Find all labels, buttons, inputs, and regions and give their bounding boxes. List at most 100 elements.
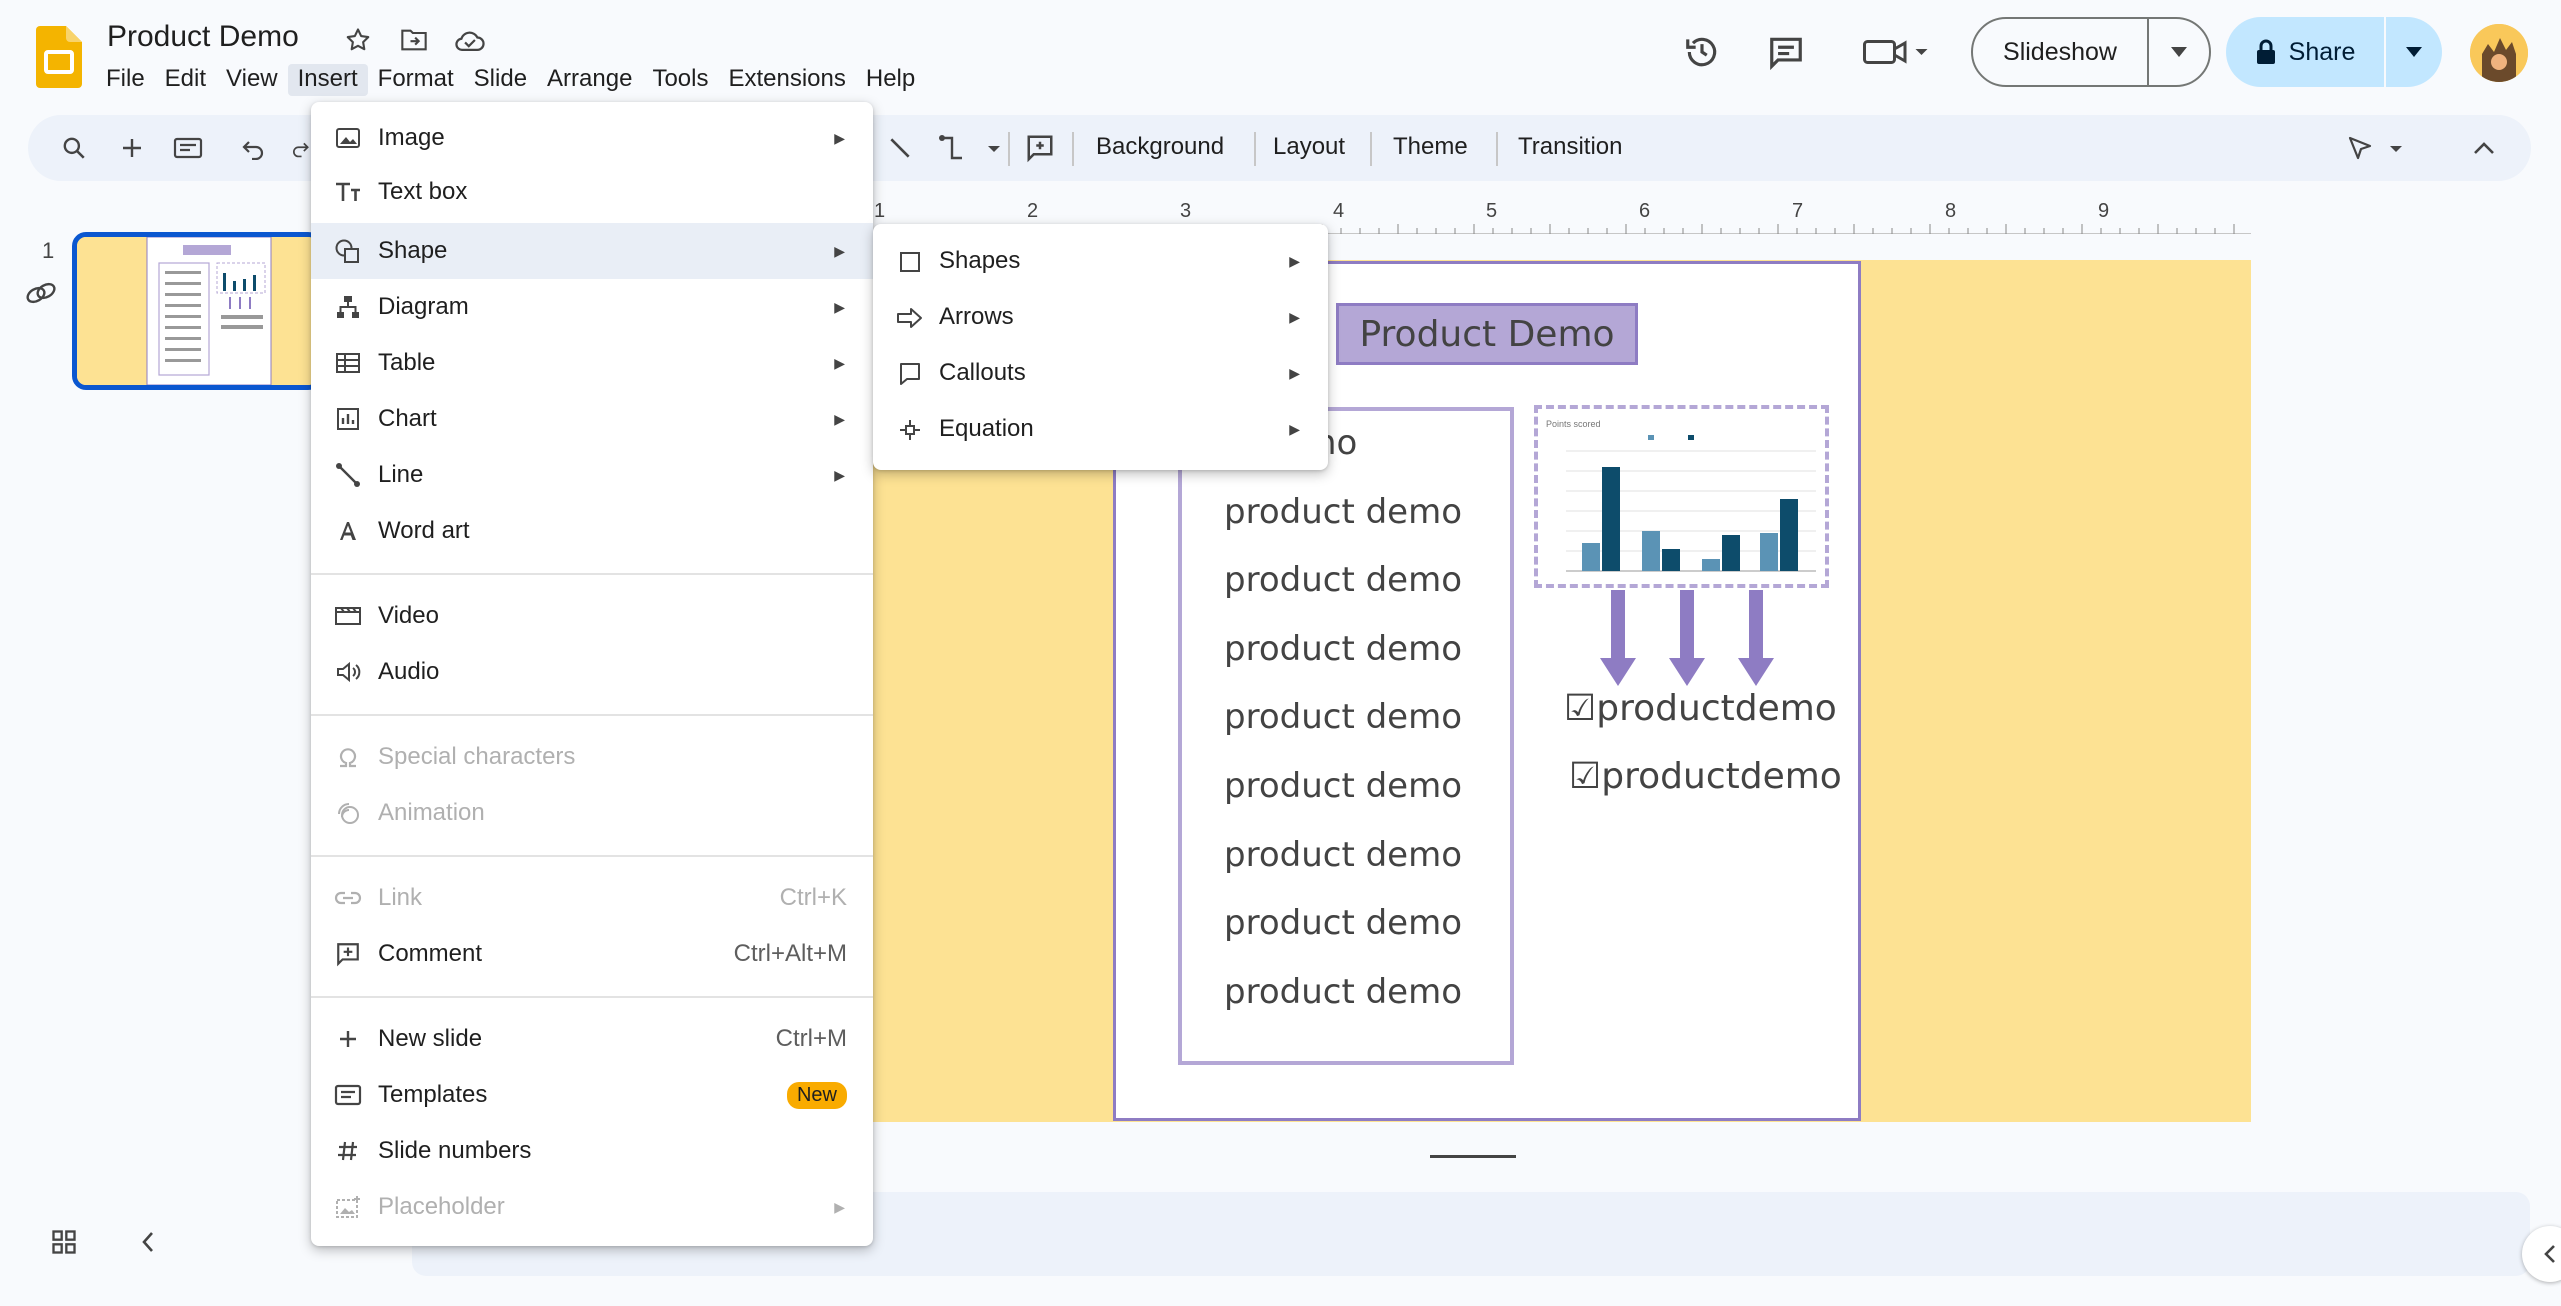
menu-item-templates[interactable]: Templates New	[311, 1067, 873, 1123]
submenu-item-label: Arrows	[939, 303, 1014, 330]
menu-item-chart[interactable]: Chart ▶	[311, 391, 873, 447]
version-history-icon[interactable]	[1676, 26, 1728, 78]
chevron-up-icon[interactable]	[2466, 130, 2502, 166]
slideshow-button[interactable]: Slideshow	[1971, 17, 2211, 87]
slide-thumbnail-1[interactable]	[72, 232, 322, 390]
menu-item-label: Chart	[378, 405, 437, 432]
menu-arrange[interactable]: Arrange	[537, 64, 642, 96]
video-icon	[333, 601, 363, 631]
submenu-item-arrows[interactable]: Arrows ▶	[873, 290, 1328, 346]
menu-item-audio[interactable]: Audio	[311, 644, 873, 700]
grid-view-icon[interactable]	[44, 1222, 84, 1262]
menu-file[interactable]: File	[96, 64, 155, 96]
plus-icon	[333, 1024, 363, 1054]
connector-tool-icon[interactable]	[934, 130, 1004, 166]
line-tool-icon[interactable]	[882, 130, 918, 166]
menu-item-comment[interactable]: Comment Ctrl+Alt+M	[311, 926, 873, 982]
submenu-item-callouts[interactable]: Callouts ▶	[873, 346, 1328, 402]
menu-item-label: Templates	[378, 1081, 488, 1108]
ruler-number: 6	[1639, 200, 1651, 222]
select-mode-icon[interactable]	[2342, 130, 2412, 166]
new-slide-plus-icon[interactable]	[114, 130, 150, 166]
slideshow-label[interactable]: Slideshow	[1973, 19, 2149, 85]
ruler-number: 4	[1333, 200, 1345, 222]
undo-icon[interactable]	[236, 130, 272, 166]
menu-item-diagram[interactable]: Diagram ▶	[311, 279, 873, 335]
slides-logo-icon[interactable]	[36, 26, 82, 88]
ruler-number: 3	[1180, 200, 1192, 222]
layout-button[interactable]: Layout	[1273, 133, 1345, 161]
cloud-saved-icon[interactable]	[452, 22, 488, 58]
arrow-icon	[895, 303, 925, 333]
checkbox-text[interactable]: ☑productdemo	[1569, 756, 1842, 797]
menu-edit[interactable]: Edit	[155, 64, 216, 96]
menu-item-label: Diagram	[378, 293, 469, 320]
embedded-chart[interactable]: Points scored	[1534, 405, 1829, 588]
menu-item-shape[interactable]: Shape ▶	[311, 223, 873, 279]
menu-item-video[interactable]: Video	[311, 588, 873, 644]
text-box-icon	[333, 177, 363, 207]
add-comment-icon[interactable]	[1022, 130, 1058, 166]
menu-extensions[interactable]: Extensions	[718, 64, 855, 96]
menu-item-image[interactable]: Image ▶	[311, 110, 873, 166]
menu-slide[interactable]: Slide	[464, 64, 537, 96]
audio-icon	[333, 657, 363, 687]
menu-tools[interactable]: Tools	[642, 64, 718, 96]
menu-item-slide-numbers[interactable]: Slide numbers	[311, 1123, 873, 1179]
theme-button[interactable]: Theme	[1393, 133, 1468, 161]
meet-camera-icon[interactable]	[1856, 26, 1936, 78]
menu-item-text-box[interactable]: Text box	[311, 164, 873, 220]
slide-layout-icon[interactable]	[170, 130, 206, 166]
submenu-arrow-icon: ▶	[834, 242, 845, 259]
down-arrow-shape[interactable]	[1669, 590, 1705, 686]
menu-insert[interactable]: Insert	[287, 64, 368, 96]
list-item: product demo	[1224, 629, 1462, 669]
down-arrow-shape[interactable]	[1600, 590, 1636, 686]
menu-item-label: Video	[378, 602, 439, 629]
menu-item-new-slide[interactable]: New slide Ctrl+M	[311, 1011, 873, 1067]
menu-separator	[311, 714, 873, 716]
comments-icon[interactable]	[1760, 26, 1812, 78]
diagram-icon	[333, 292, 363, 322]
search-icon[interactable]	[56, 130, 92, 166]
chevron-down-icon[interactable]	[2386, 17, 2442, 87]
submenu-item-shapes[interactable]: Shapes ▶	[873, 234, 1328, 290]
checkbox-text[interactable]: ☑productdemo	[1564, 688, 1837, 729]
submenu-arrow-icon: ▶	[1289, 253, 1300, 269]
menu-item-placeholder: Placeholder ▶	[311, 1179, 873, 1235]
collapse-filmstrip-icon[interactable]	[128, 1222, 168, 1262]
menu-help[interactable]: Help	[856, 64, 925, 96]
menu-separator	[311, 996, 873, 998]
menu-item-line[interactable]: Line ▶	[311, 447, 873, 503]
speaker-notes-drag-handle[interactable]	[1430, 1155, 1516, 1158]
menu-item-table[interactable]: Table ▶	[311, 335, 873, 391]
line-icon	[333, 460, 363, 490]
menu-format[interactable]: Format	[368, 64, 464, 96]
chart-title: Points scored	[1546, 419, 1601, 429]
slide-number: 1	[42, 238, 55, 263]
menu-item-label: Text box	[378, 178, 468, 205]
ruler-number: 9	[2098, 200, 2110, 222]
menu-item-word-art[interactable]: Word art	[311, 503, 873, 559]
menu-view[interactable]: View	[216, 64, 288, 96]
redo-icon[interactable]	[290, 130, 310, 166]
ruler-number: 8	[1945, 200, 1957, 222]
chart-icon	[333, 404, 363, 434]
list-item: product demo	[1224, 697, 1462, 737]
star-icon[interactable]	[340, 22, 376, 58]
submenu-arrow-icon: ▶	[834, 298, 845, 315]
submenu-item-label: Equation	[939, 415, 1034, 442]
submenu-arrow-icon: ▶	[834, 129, 845, 146]
slide-title-box[interactable]: Product Demo	[1336, 303, 1638, 365]
submenu-arrow-icon: ▶	[834, 354, 845, 371]
account-avatar[interactable]	[2470, 24, 2528, 82]
down-arrow-shape[interactable]	[1738, 590, 1774, 686]
submenu-item-equation[interactable]: Equation ▶	[873, 402, 1328, 458]
background-button[interactable]: Background	[1096, 133, 1224, 161]
menu-item-label: Line	[378, 461, 424, 488]
chevron-down-icon[interactable]	[2149, 19, 2209, 85]
document-title[interactable]: Product Demo	[107, 20, 299, 54]
transition-button[interactable]: Transition	[1518, 133, 1622, 161]
share-button[interactable]: Share	[2226, 17, 2442, 87]
move-folder-icon[interactable]	[396, 22, 432, 58]
